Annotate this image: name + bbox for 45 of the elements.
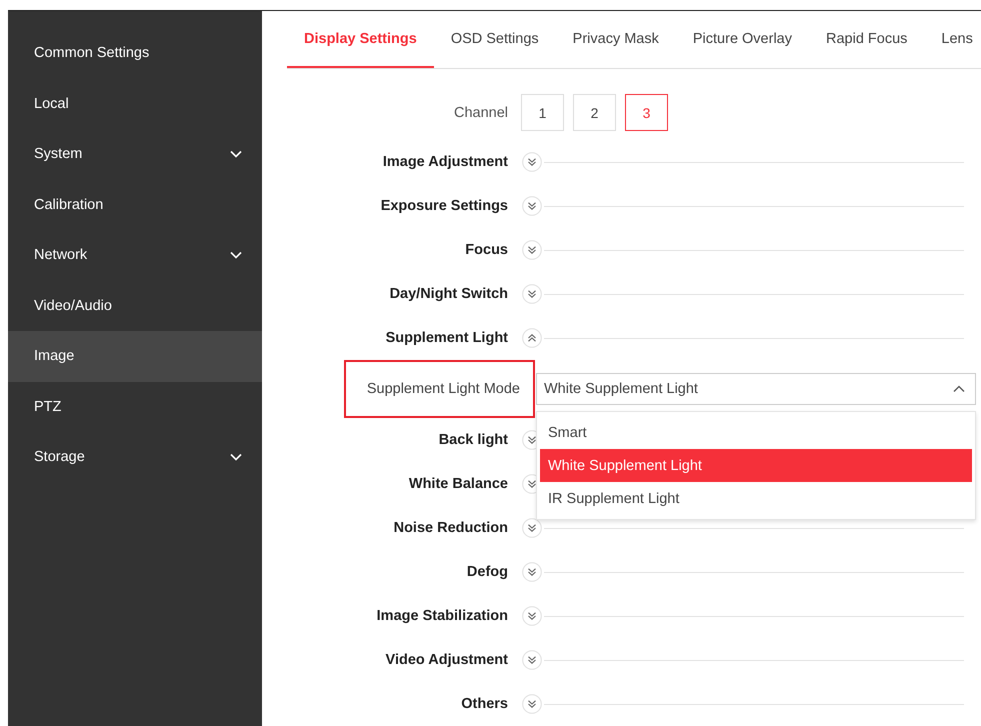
- section-title: Supplement Light: [384, 330, 508, 346]
- tab[interactable]: Picture Overlay: [676, 11, 809, 68]
- sidebar-item[interactable]: Local: [8, 78, 262, 129]
- tab[interactable]: Privacy Mask: [556, 11, 676, 68]
- field-label: Supplement Light Mode: [344, 360, 535, 418]
- tab[interactable]: OSD Settings: [434, 11, 556, 68]
- section-title: White Balance: [408, 476, 508, 492]
- dropdown-option[interactable]: White Supplement Light: [540, 449, 972, 482]
- section-title: Noise Reduction: [392, 520, 508, 536]
- sidebar-item[interactable]: Image: [8, 331, 262, 382]
- sidebar-item[interactable]: Common Settings: [8, 28, 262, 78]
- channel-button[interactable]: 2: [573, 94, 616, 131]
- section-title: Defog: [466, 564, 508, 580]
- expand-icon[interactable]: [522, 152, 542, 172]
- section-title: Others: [460, 696, 508, 712]
- tab[interactable]: Lens: [924, 11, 981, 68]
- section-title: Day/Night Switch: [388, 286, 508, 302]
- channel-button[interactable]: 1: [521, 94, 564, 131]
- dropdown-field[interactable]: White Supplement Light: [536, 373, 976, 405]
- expand-icon[interactable]: [522, 240, 542, 260]
- section-title: Image Adjustment: [382, 154, 508, 170]
- section-title: Image Stabilization: [376, 608, 508, 624]
- channel-button[interactable]: 3: [625, 94, 668, 131]
- sidebar-item[interactable]: PTZ: [8, 382, 262, 432]
- expand-icon[interactable]: [522, 284, 542, 304]
- section-title: Focus: [464, 242, 508, 258]
- channel-label: Channel: [452, 104, 509, 120]
- sidebar-item[interactable]: Storage: [8, 432, 262, 482]
- collapse-icon[interactable]: [522, 328, 542, 348]
- section-title: Video Adjustment: [384, 652, 508, 668]
- expand-icon[interactable]: [522, 606, 542, 626]
- chevron-up-icon: [953, 385, 965, 393]
- section-title: Exposure Settings: [380, 198, 508, 214]
- tab[interactable]: Display Settings: [287, 11, 434, 68]
- tab[interactable]: Rapid Focus: [809, 11, 924, 68]
- sidebar-item[interactable]: Video/Audio: [8, 280, 262, 331]
- expand-icon[interactable]: [522, 650, 542, 670]
- section-title: Back light: [438, 432, 508, 448]
- expand-icon[interactable]: [522, 518, 542, 538]
- sidebar-item[interactable]: Calibration: [8, 180, 262, 230]
- expand-icon[interactable]: [522, 562, 542, 582]
- expand-icon[interactable]: [522, 196, 542, 216]
- sidebar-item[interactable]: System: [8, 129, 262, 180]
- expand-icon[interactable]: [522, 694, 542, 714]
- sidebar-item[interactable]: Network: [8, 230, 262, 280]
